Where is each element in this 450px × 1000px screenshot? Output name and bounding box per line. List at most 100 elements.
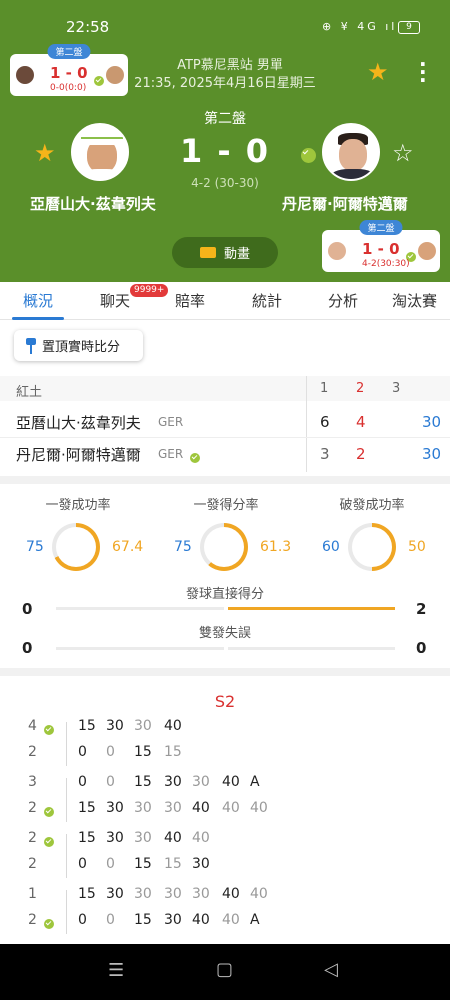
- pbp-point: A: [250, 774, 260, 790]
- row-divider: [0, 437, 450, 438]
- mini-score: 1 - 0: [50, 64, 88, 82]
- more-menu-icon[interactable]: · · ·: [419, 54, 427, 90]
- set2-score: 2: [356, 445, 366, 463]
- pbp-point: 15: [134, 744, 152, 760]
- match-score: 1 - 0: [179, 132, 271, 170]
- player1-name[interactable]: 亞曆山大·茲韋列夫: [30, 193, 156, 214]
- tab-knockout[interactable]: 淘汰賽: [378, 282, 450, 319]
- stat-left-value: 60: [322, 539, 340, 555]
- pbp-point: 30: [192, 856, 210, 872]
- pbp-point: 30: [192, 886, 210, 902]
- serve-ball-icon: [44, 807, 54, 817]
- pbp-point: 30: [106, 718, 124, 734]
- tab-odds[interactable]: 賠率: [154, 282, 226, 319]
- bar-stat-label: 雙發失誤: [198, 626, 251, 641]
- home-icon[interactable]: ▢: [216, 959, 233, 980]
- tab-stats[interactable]: 統計: [226, 282, 308, 319]
- col-set-2: 2: [356, 381, 365, 396]
- bar-left-value: 0: [22, 639, 33, 657]
- mini-subscore: 0-0(0:0): [50, 83, 87, 93]
- menu-icon[interactable]: ☰: [108, 960, 124, 981]
- pbp-point: 30: [164, 912, 182, 928]
- animation-button[interactable]: 動畫: [172, 237, 278, 268]
- pbp-game-count: 3: [28, 774, 37, 790]
- surface-label: 紅土: [16, 385, 43, 400]
- pbp-game-count: 2: [28, 800, 37, 816]
- stat-left-value: 75: [26, 539, 44, 555]
- pbp-point: 15: [164, 744, 182, 760]
- player2-name[interactable]: 丹尼爾·阿爾特邁爾: [282, 193, 408, 214]
- player2-photo[interactable]: [322, 123, 380, 181]
- pbp-point: 40: [250, 886, 268, 902]
- bar-left: [56, 607, 224, 610]
- pbp-point: 0: [106, 744, 115, 760]
- set-tag: 第二盤: [359, 220, 403, 235]
- pbp-point: 0: [106, 912, 115, 928]
- player-name: 亞曆山大·茲韋列夫: [16, 414, 141, 432]
- bar-stat-label: 發球直接得分: [185, 587, 264, 602]
- stat-left-value: 75: [174, 539, 192, 555]
- tab-label: 賠率: [174, 292, 205, 310]
- pin-label: 置頂實時比分: [42, 340, 121, 355]
- tab-analysis[interactable]: 分析: [308, 282, 378, 319]
- pbp-point: 40: [192, 830, 210, 846]
- pbp-point: 40: [192, 800, 210, 816]
- game-score: 4-2 (30-30): [191, 176, 259, 190]
- point-by-point-list: 4 15 30 30 40 2 0 0 15 15 3 0 0 15 30 30 40 A 2 15 30 30 30 40 4…: [0, 718, 450, 944]
- pbp-point: 30: [164, 800, 182, 816]
- scoreboard-header: 紅土 1 2 3: [0, 376, 450, 401]
- pbp-point: 15: [78, 886, 96, 902]
- pbp-point: 0: [78, 856, 87, 872]
- pbp-set-label: S2: [214, 692, 236, 711]
- back-icon[interactable]: ◁: [324, 959, 338, 980]
- serve-ball-icon: [44, 919, 54, 929]
- pbp-point: 0: [106, 774, 115, 790]
- pbp-point: 40: [192, 912, 210, 928]
- pbp-point: 40: [222, 886, 240, 902]
- animation-label: 動畫: [223, 247, 250, 262]
- tab-overview[interactable]: 概況: [0, 282, 76, 320]
- player1-avatar: [16, 66, 34, 84]
- pbp-point: 40: [222, 800, 240, 816]
- set-label: 第二盤: [204, 111, 246, 127]
- tab-chat[interactable]: 聊天 9999+: [76, 282, 169, 319]
- stat-right-value: 61.3: [260, 539, 292, 555]
- player-name: 丹尼爾·阿爾特邁爾: [16, 446, 141, 464]
- section-divider: [0, 476, 450, 484]
- pbp-point: 0: [78, 912, 87, 928]
- pbp-point: 40: [164, 830, 182, 846]
- pbp-point: 40: [222, 912, 240, 928]
- serve-ball-icon: [301, 148, 316, 163]
- scoreboard-row: 丹尼爾·阿爾特邁爾 GER 3 2 30: [0, 442, 450, 468]
- tab-label: 統計: [251, 292, 282, 310]
- match-datetime: 21:35, 2025年4月16日星期三: [134, 76, 316, 91]
- animation-icon: [199, 247, 216, 258]
- col-set-1: 1: [320, 381, 329, 396]
- stat-ring: [200, 523, 248, 571]
- tab-label: 聊天: [99, 292, 130, 310]
- pbp-point: 0: [106, 856, 115, 872]
- pbp-point: 40: [250, 800, 268, 816]
- pbp-game: 1 15 30 30 30 30 40 40 2 0 0 15 30 40 40 A: [0, 886, 450, 938]
- status-icons: ⊕ ¥ 4G ıl: [322, 20, 398, 33]
- pbp-game: 4 15 30 30 40 2 0 0 15 15: [0, 718, 450, 770]
- pbp-point: 15: [134, 774, 152, 790]
- tab-label: 分析: [327, 292, 358, 310]
- pbp-point: 0: [78, 774, 87, 790]
- pbp-point: A: [250, 912, 260, 928]
- pbp-point: 30: [192, 774, 210, 790]
- stat-ring: [348, 523, 396, 571]
- stat-right-value: 50: [408, 539, 426, 555]
- stat-label: 一發得分率: [193, 498, 259, 513]
- favorite-star-icon[interactable]: ★: [367, 58, 389, 86]
- pbp-point: 40: [222, 774, 240, 790]
- serve-ball-icon: [44, 837, 54, 847]
- floating-score-card-2[interactable]: 第二盤 1 - 0 4-2(30:30): [322, 220, 440, 272]
- pin-live-score-button[interactable]: 置頂實時比分: [14, 330, 143, 361]
- tournament-name: ATP慕尼黑站 男單: [177, 58, 283, 73]
- set1-score: 3: [320, 445, 330, 463]
- pbp-game-count: 2: [28, 744, 37, 760]
- divider: [66, 722, 67, 766]
- player2-favorite-icon[interactable]: ☆: [392, 139, 414, 167]
- floating-score-card[interactable]: 第二盤 1 - 0 0-0(0:0): [10, 44, 128, 96]
